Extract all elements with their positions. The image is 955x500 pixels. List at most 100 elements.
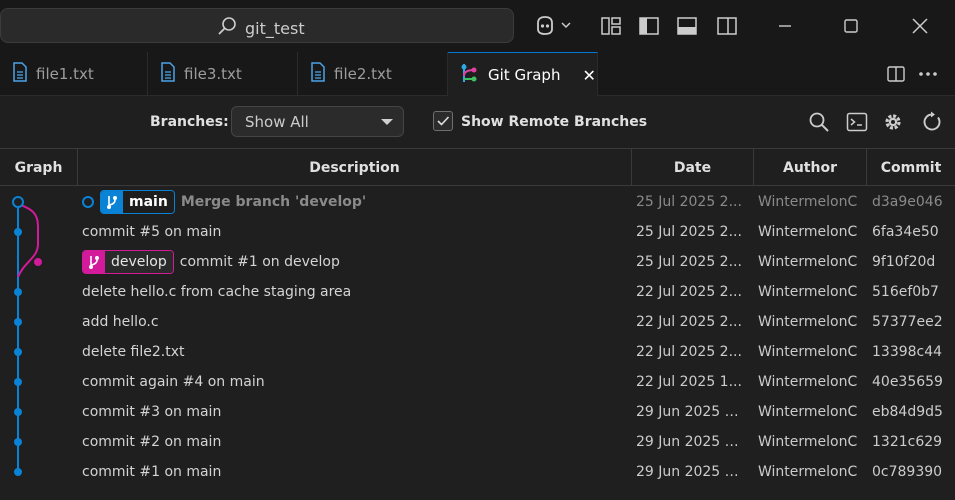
copilot-icon[interactable]: [532, 13, 576, 39]
commit-author: WintermelonC: [758, 314, 858, 330]
table-row[interactable]: delete file2.txt 22 Jul 2025 2... Winter…: [0, 337, 955, 367]
commit-date: 25 Jul 2025 2...: [636, 224, 742, 240]
split-editor-icon[interactable]: [884, 61, 908, 87]
column-description[interactable]: Description: [78, 149, 632, 186]
table-row[interactable]: delete hello.c from cache staging area 2…: [0, 277, 955, 307]
commit-hash: 6fa34e50: [872, 224, 939, 240]
commit-description: develop commit #1 on develop: [82, 247, 630, 277]
commit-message: Merge branch 'develop': [180, 194, 367, 210]
commit-hash: d3a9e046: [872, 194, 943, 210]
column-date[interactable]: Date: [632, 149, 754, 186]
commit-description: add hello.c: [82, 307, 630, 337]
git-graph-controls: Branches: Show All Show Remote Branches: [0, 96, 955, 148]
commit-date: 29 Jun 2025 2...: [636, 434, 746, 450]
commit-author: WintermelonC: [758, 464, 858, 480]
show-remote-branches-label: Show Remote Branches: [461, 114, 648, 130]
commit-author: WintermelonC: [758, 224, 858, 240]
commit-description: main Merge branch 'develop': [82, 187, 630, 217]
commit-message: commit #3 on main: [82, 404, 222, 420]
editor-tab-bar: file1.txt file3.txt file2.txt Git Graph …: [0, 52, 955, 97]
table-row[interactable]: add hello.c 22 Jul 2025 2... Wintermelon…: [0, 307, 955, 337]
commit-author: WintermelonC: [758, 254, 858, 270]
branches-label: Branches:: [150, 114, 229, 130]
commit-date: 22 Jul 2025 2...: [636, 284, 742, 300]
file-icon: [12, 62, 28, 86]
branches-dropdown-value: Show All: [245, 112, 309, 131]
commit-hash: 57377ee2: [872, 314, 943, 330]
toggle-secondary-sidebar-icon[interactable]: [714, 13, 740, 39]
commit-message: commit #1 on main: [82, 464, 222, 480]
tab-file3[interactable]: file3.txt: [148, 52, 298, 96]
commit-description: commit #1 on main: [82, 457, 630, 487]
close-window-icon[interactable]: [905, 13, 935, 39]
file-icon: [310, 62, 326, 86]
commit-description: commit #2 on main: [82, 427, 630, 457]
search-icon: [217, 15, 239, 41]
commit-author: WintermelonC: [758, 434, 858, 450]
commit-message: commit #5 on main: [82, 224, 222, 240]
tab-label: file2.txt: [334, 65, 392, 83]
commit-description: commit #5 on main: [82, 217, 630, 247]
commit-hash: 40e35659: [872, 374, 943, 390]
commit-table-body: main Merge branch 'develop' 25 Jul 2025 …: [0, 186, 955, 500]
commit-date: 22 Jul 2025 1...: [636, 374, 742, 390]
commit-author: WintermelonC: [758, 344, 858, 360]
table-row[interactable]: commit #1 on main 29 Jun 2025 2... Winte…: [0, 457, 955, 487]
refresh-icon[interactable]: [920, 110, 944, 134]
commit-table-header: Graph Description Date Author Commit: [0, 148, 955, 186]
toggle-primary-sidebar-icon[interactable]: [636, 13, 662, 39]
commit-message: commit #1 on develop: [179, 254, 340, 270]
commit-description: delete hello.c from cache staging area: [82, 277, 630, 307]
table-row[interactable]: develop commit #1 on develop 25 Jul 2025…: [0, 247, 955, 277]
maximize-icon[interactable]: [836, 13, 866, 39]
column-author[interactable]: Author: [754, 149, 867, 186]
customize-layout-icon[interactable]: [598, 13, 624, 39]
title-bar: git_test: [0, 0, 955, 52]
commit-hash: 1321c629: [872, 434, 943, 450]
column-graph[interactable]: Graph: [0, 149, 78, 186]
gear-icon[interactable]: [881, 110, 905, 134]
command-center-search[interactable]: git_test: [0, 8, 514, 43]
close-tab-icon[interactable]: ✕: [582, 66, 595, 85]
tab-git-graph[interactable]: Git Graph ✕: [448, 52, 598, 97]
table-row[interactable]: main Merge branch 'develop' 25 Jul 2025 …: [0, 187, 955, 217]
minimize-icon[interactable]: [770, 13, 800, 39]
tab-label: file1.txt: [36, 65, 94, 83]
table-row[interactable]: commit #3 on main 29 Jun 2025 2... Winte…: [0, 397, 955, 427]
commit-author: WintermelonC: [758, 194, 858, 210]
commit-hash: 516ef0b7: [872, 284, 939, 300]
commit-description: commit #3 on main: [82, 397, 630, 427]
more-actions-icon[interactable]: [916, 61, 940, 87]
table-row[interactable]: commit #2 on main 29 Jun 2025 2... Winte…: [0, 427, 955, 457]
commit-message: commit #2 on main: [82, 434, 222, 450]
search-text: git_test: [245, 18, 305, 38]
commit-description: delete file2.txt: [82, 337, 630, 367]
toggle-panel-icon[interactable]: [674, 13, 700, 39]
commit-author: WintermelonC: [758, 404, 858, 420]
commit-date: 25 Jul 2025 2...: [636, 254, 742, 270]
commit-date: 22 Jul 2025 2...: [636, 314, 742, 330]
tab-file1[interactable]: file1.txt: [0, 52, 148, 96]
table-row[interactable]: commit #5 on main 25 Jul 2025 2... Winte…: [0, 217, 955, 247]
branches-dropdown[interactable]: Show All: [231, 106, 404, 137]
commit-message: commit again #4 on main: [82, 374, 265, 390]
commit-description: commit again #4 on main: [82, 367, 630, 397]
branch-label: develop: [105, 251, 173, 273]
tab-file2[interactable]: file2.txt: [298, 52, 448, 96]
table-row[interactable]: commit again #4 on main 22 Jul 2025 1...…: [0, 367, 955, 397]
commit-date: 25 Jul 2025 2...: [636, 194, 742, 210]
find-icon[interactable]: [807, 110, 831, 134]
git-graph-icon: [460, 62, 480, 88]
commit-message: delete hello.c from cache staging area: [82, 284, 352, 300]
branch-badge-main[interactable]: main: [100, 190, 175, 214]
show-remote-branches-checkbox[interactable]: [433, 111, 453, 131]
column-commit[interactable]: Commit: [867, 149, 955, 186]
commit-author: WintermelonC: [758, 284, 858, 300]
branch-badge-develop[interactable]: develop: [82, 250, 174, 274]
terminal-icon[interactable]: [845, 110, 869, 134]
chevron-down-icon: [381, 119, 393, 125]
branch-label: main: [123, 191, 174, 213]
checkmark-icon: [437, 116, 450, 126]
tab-label: Git Graph: [488, 66, 561, 84]
file-icon: [160, 62, 176, 86]
